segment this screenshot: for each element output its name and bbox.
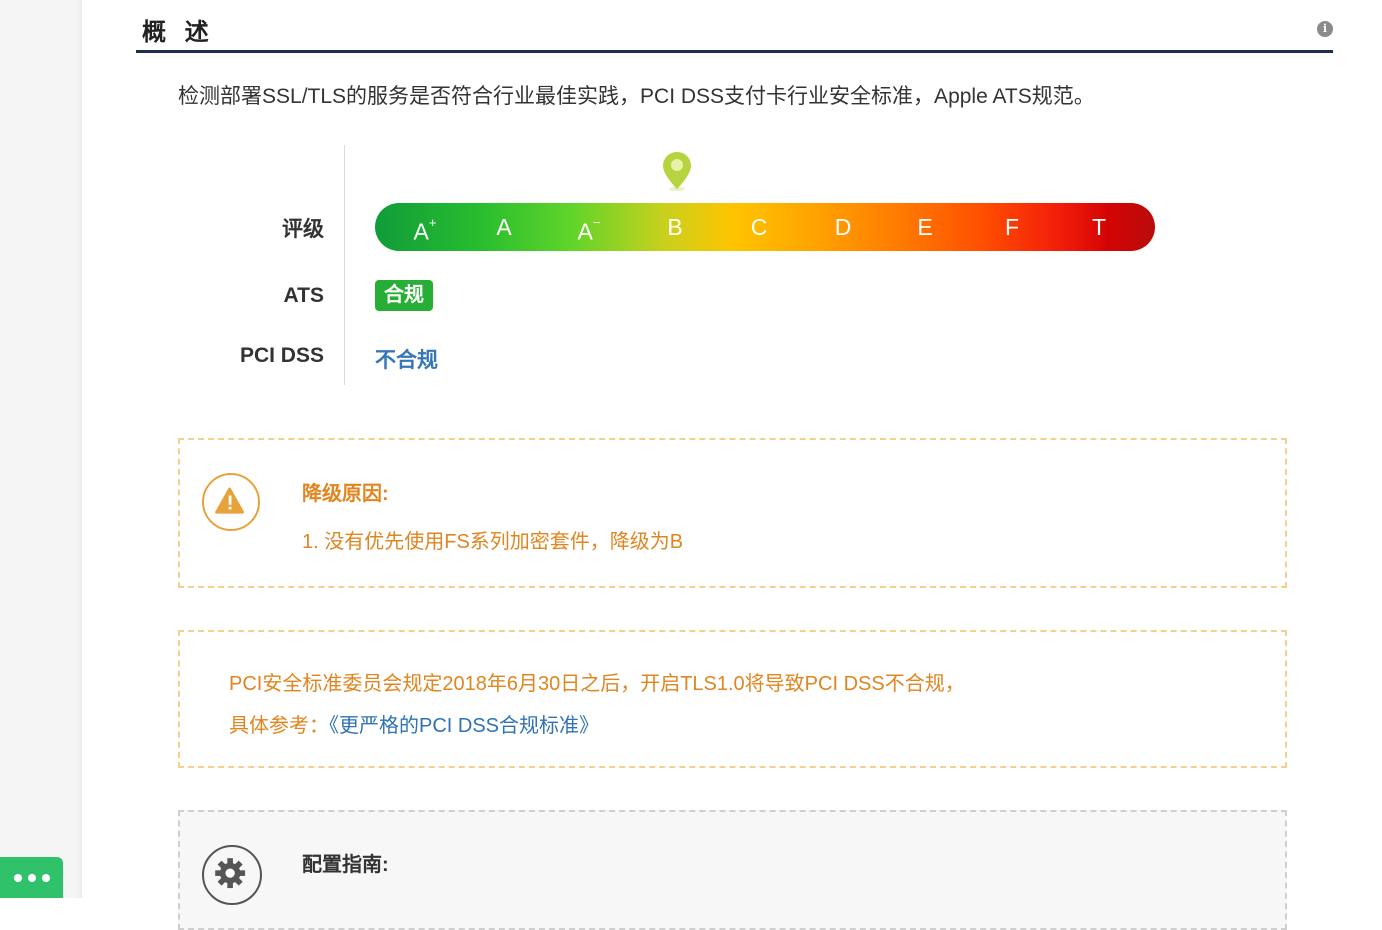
grade-letter: T: [1091, 214, 1107, 240]
pci-notice-text: PCI安全标准委员会规定2018年6月30日之后，开启TLS1.0将导致PCI …: [229, 673, 965, 695]
grade-letter: D: [834, 214, 852, 240]
ats-label: ATS: [283, 284, 324, 307]
gear-icon: [202, 845, 262, 905]
grade-modifier: −: [592, 215, 601, 230]
grade-3: A−: [578, 203, 601, 251]
grade-letter: A: [577, 218, 593, 245]
grade-letter: C: [750, 214, 768, 240]
grade-letter: B: [667, 214, 683, 240]
grade-letter: E: [917, 214, 933, 240]
grade-9: T: [1092, 203, 1106, 251]
pci-dss-label: PCI DSS: [239, 344, 324, 367]
grade-7: E: [917, 203, 932, 251]
divider: [344, 145, 345, 385]
grade-8: F: [1005, 203, 1019, 251]
pci-reference-label: 具体参考：: [229, 715, 329, 737]
dot-icon: [27, 873, 36, 882]
grade-1: A+: [414, 203, 437, 251]
config-guide-title: 配置指南:: [302, 854, 389, 876]
rating-panel: 评级 ATS PCI DSS A+ A A− B C D E F T 合规 不合规: [178, 145, 1278, 385]
grade-label: 评级: [282, 218, 324, 241]
ats-status-badge: 合规: [375, 280, 433, 311]
grade-modifier: +: [428, 215, 437, 230]
section-header: 概 述 i: [136, 0, 1333, 53]
pci-dss-status: 不合规: [375, 349, 438, 372]
grade-2: A: [496, 203, 511, 251]
grade-letter: A: [496, 214, 512, 240]
grade-4: B: [667, 203, 682, 251]
downgrade-title: 降级原因:: [302, 483, 389, 505]
pci-reference-link[interactable]: 《更严格的PCI DSS合规标准》: [329, 715, 599, 737]
grade-marker-icon: [663, 152, 691, 191]
pci-notice: PCI安全标准委员会规定2018年6月30日之后，开启TLS1.0将导致PCI …: [178, 630, 1287, 768]
downgrade-reason: 1. 没有优先使用FS系列加密套件，降级为B: [302, 531, 684, 553]
section-description: 检测部署SSL/TLS的服务是否符合行业最佳实践，PCI DSS支付卡行业安全标…: [178, 85, 1095, 108]
config-guide: 配置指南:: [178, 810, 1287, 930]
left-gutter: [0, 0, 82, 898]
grade-5: C: [751, 203, 768, 251]
grade-scale: A+ A A− B C D E F T: [375, 203, 1155, 251]
downgrade-notice: 降级原因: 1. 没有优先使用FS系列加密套件，降级为B: [178, 438, 1287, 588]
info-icon[interactable]: i: [1317, 21, 1333, 37]
dot-icon: [13, 873, 22, 882]
grade-6: D: [835, 203, 852, 251]
pci-reference: 具体参考：《更严格的PCI DSS合规标准》: [229, 709, 599, 738]
dot-icon: [41, 873, 50, 882]
grade-letter: A: [413, 218, 429, 245]
warning-icon: [202, 473, 260, 531]
section-title: 概 述: [142, 19, 215, 46]
grade-letter: F: [1004, 214, 1020, 240]
chat-button[interactable]: [0, 857, 63, 898]
